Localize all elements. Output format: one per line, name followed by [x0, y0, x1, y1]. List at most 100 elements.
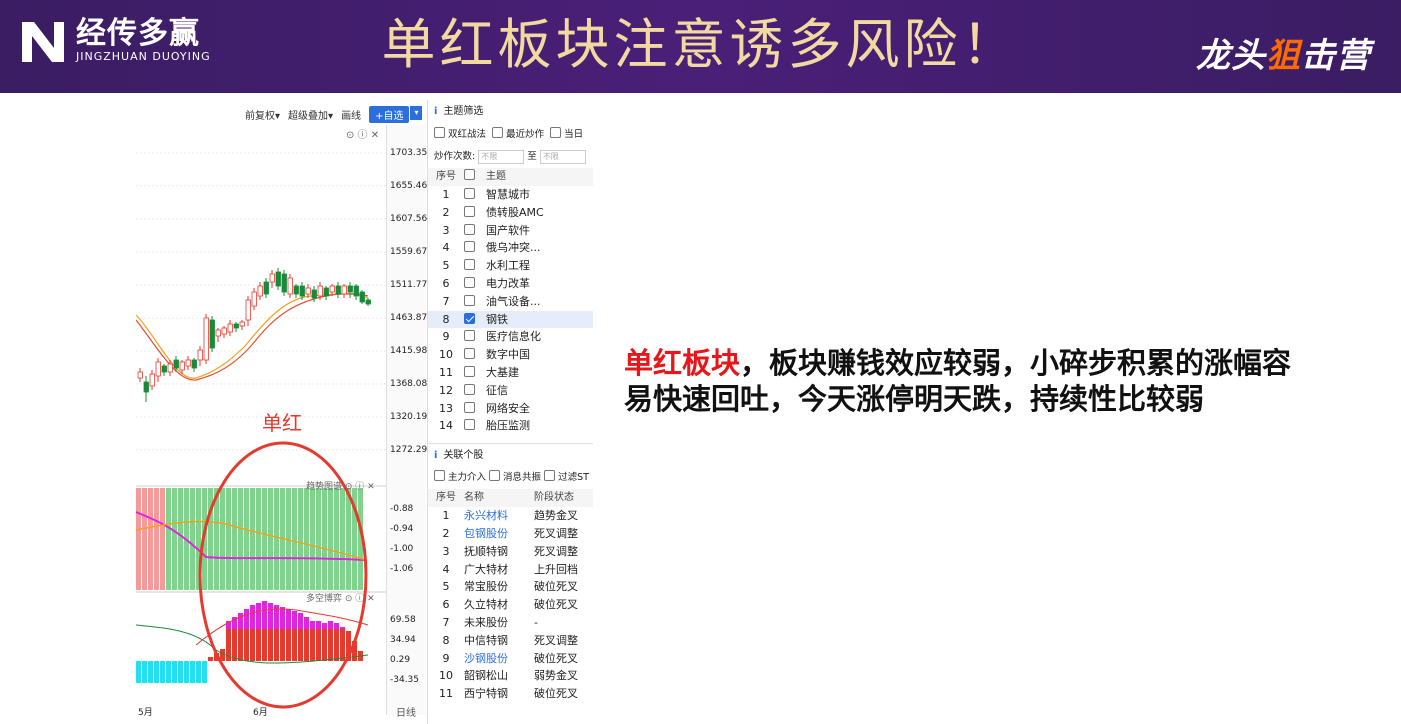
theme-name: 俄乌冲突... [486, 241, 541, 255]
row-checkbox[interactable] [464, 276, 475, 288]
stock-row[interactable]: 7 未来股份 - [428, 614, 593, 632]
chart-settings-icon[interactable]: ⊙ ⓘ ✕ [346, 126, 379, 141]
row-num: 2 [442, 205, 450, 219]
stock-name[interactable]: 永兴材料 [464, 507, 534, 525]
duokong-bar-magenta [238, 613, 243, 629]
checkbox-recent[interactable] [492, 127, 504, 138]
duokong-panel-title: 多空博弈 ⊙ ⓘ ✕ [306, 594, 375, 604]
stock-state: 破位死叉 [534, 687, 578, 701]
theme-row[interactable]: 10 数字中国 [428, 346, 593, 364]
checkbox-main-force[interactable] [434, 470, 445, 482]
price-tick: 1703.35 [390, 148, 428, 158]
theme-row[interactable]: 4 俄乌冲突... [428, 239, 593, 257]
theme-row[interactable]: 5 水利工程 [428, 257, 593, 275]
candle-body [173, 359, 179, 369]
stock-row[interactable]: 2 包钢股份 死叉调整 [428, 525, 593, 543]
brand-right-highlight: 狙 [1266, 36, 1301, 76]
duokong-bar-magenta [268, 603, 273, 629]
theme-row[interactable]: 9 医疗信息化 [428, 328, 593, 346]
theme-filter-title: 主题筛选 [443, 106, 484, 117]
checkbox-filter-st[interactable] [544, 470, 556, 482]
stock-name[interactable]: 包钢股份 [464, 525, 534, 543]
row-checkbox[interactable] [464, 401, 475, 413]
trend-bar [166, 488, 171, 590]
row-checkbox[interactable] [464, 205, 475, 217]
theme-row[interactable]: 12 征信 [428, 382, 593, 400]
trend-bar [316, 488, 321, 590]
hype-min-input[interactable]: 不限 [478, 149, 525, 164]
trend-bar [178, 488, 183, 590]
row-checkbox[interactable] [464, 241, 475, 253]
stock-row[interactable]: 8 中信特钢 死叉调整 [428, 632, 593, 650]
stock-row[interactable]: 11 西宁特钢 破位死叉 [428, 685, 593, 703]
theme-row[interactable]: 3 国产软件 [428, 222, 593, 240]
watchlist-dropdown-icon[interactable]: ▾ [410, 106, 423, 120]
candle-body [209, 319, 215, 349]
checkbox-news[interactable] [489, 470, 501, 482]
trend-bar [226, 488, 231, 590]
stock-row[interactable]: 1 永兴材料 趋势金叉 [428, 507, 593, 525]
row-checkbox[interactable] [464, 330, 475, 342]
theme-panel: i 主题筛选 双红战法 最近炒作 当日 炒作次数: 不限 至 不限 序号 主题 1… [427, 100, 593, 724]
row-checkbox[interactable] [464, 383, 475, 395]
theme-row[interactable]: 1 智慧城市 [428, 186, 593, 204]
candle-body [359, 291, 365, 303]
row-num: 9 [442, 330, 450, 344]
duokong-tick: 0.29 [390, 655, 411, 665]
theme-name: 医疗信息化 [486, 330, 541, 344]
stock-row[interactable]: 10 韶钢松山 弱势金叉 [428, 667, 593, 685]
stock-name[interactable]: 西宁特钢 [464, 685, 534, 703]
stock-name[interactable]: 常宝股份 [464, 578, 534, 596]
select-all-checkbox[interactable] [464, 169, 475, 180]
row-checkbox[interactable] [464, 223, 475, 235]
stock-row[interactable]: 3 抚顺特钢 死叉调整 [428, 543, 593, 561]
stock-name[interactable]: 广大特材 [464, 561, 534, 579]
row-checkbox[interactable] [464, 348, 475, 360]
duokong-bar-magenta [310, 621, 315, 629]
duokong-bar-red [286, 629, 291, 661]
candle-body [167, 363, 173, 373]
stock-name[interactable]: 抚顺特钢 [464, 543, 534, 561]
period-rixian[interactable]: 日线 [396, 704, 416, 719]
stock-name[interactable]: 未来股份 [464, 614, 534, 632]
row-checkbox[interactable] [464, 259, 475, 271]
checkbox-today[interactable] [550, 127, 562, 138]
stock-name[interactable]: 沙钢股份 [464, 650, 534, 668]
theme-row[interactable]: 13 网络安全 [428, 400, 593, 418]
stock-filter-options: 主力介入 消息共振 过滤ST [428, 467, 593, 489]
duokong-bar-negative [160, 661, 165, 683]
duokong-bar-magenta [256, 603, 261, 629]
candle-body [305, 287, 311, 295]
theme-row[interactable]: 6 电力改革 [428, 275, 593, 293]
duokong-tick: 34.94 [390, 635, 416, 645]
row-checkbox[interactable] [464, 294, 475, 306]
x-label-may: 5月 [138, 708, 153, 718]
theme-row[interactable]: 8 钢铁 [428, 310, 593, 329]
theme-name: 网络安全 [486, 401, 530, 415]
row-checkbox[interactable] [464, 419, 475, 431]
duokong-bar-red [250, 629, 255, 661]
theme-row[interactable]: 7 油气设备... [428, 293, 593, 311]
col-header-state: 阶段状态 [534, 492, 574, 504]
row-checkbox[interactable] [464, 188, 475, 199]
stock-row[interactable]: 6 久立特材 破位死叉 [428, 596, 593, 614]
checkbox-shuanghong[interactable] [434, 127, 445, 138]
stock-row[interactable]: 9 沙钢股份 破位死叉 [428, 650, 593, 668]
stock-row[interactable]: 4 广大特材 上升回档 [428, 561, 593, 579]
stock-name[interactable]: 久立特材 [464, 596, 534, 614]
stock-name[interactable]: 中信特钢 [464, 632, 534, 650]
row-checkbox[interactable] [464, 365, 475, 377]
annotation-text: 单红板块，板块赚钱效应较弱，小碎步积累的涨幅容 易快速回吐，今天涨停明天跌，持续… [624, 345, 1384, 417]
trend-bar [232, 488, 237, 590]
candle-body [161, 365, 167, 373]
stock-row[interactable]: 5 常宝股份 破位死叉 [428, 578, 593, 596]
theme-row[interactable]: 11 大基建 [428, 364, 593, 382]
hype-max-input[interactable]: 不限 [539, 149, 586, 164]
row-checkbox[interactable] [464, 312, 475, 324]
theme-row[interactable]: 2 债转股AMC [428, 204, 593, 222]
stock-name[interactable]: 韶钢松山 [464, 667, 534, 685]
trend-bar [292, 488, 297, 590]
trend-bar [328, 488, 333, 590]
duokong-tick: -34.35 [390, 675, 420, 685]
theme-row[interactable]: 14 胎压监测 [428, 417, 593, 435]
